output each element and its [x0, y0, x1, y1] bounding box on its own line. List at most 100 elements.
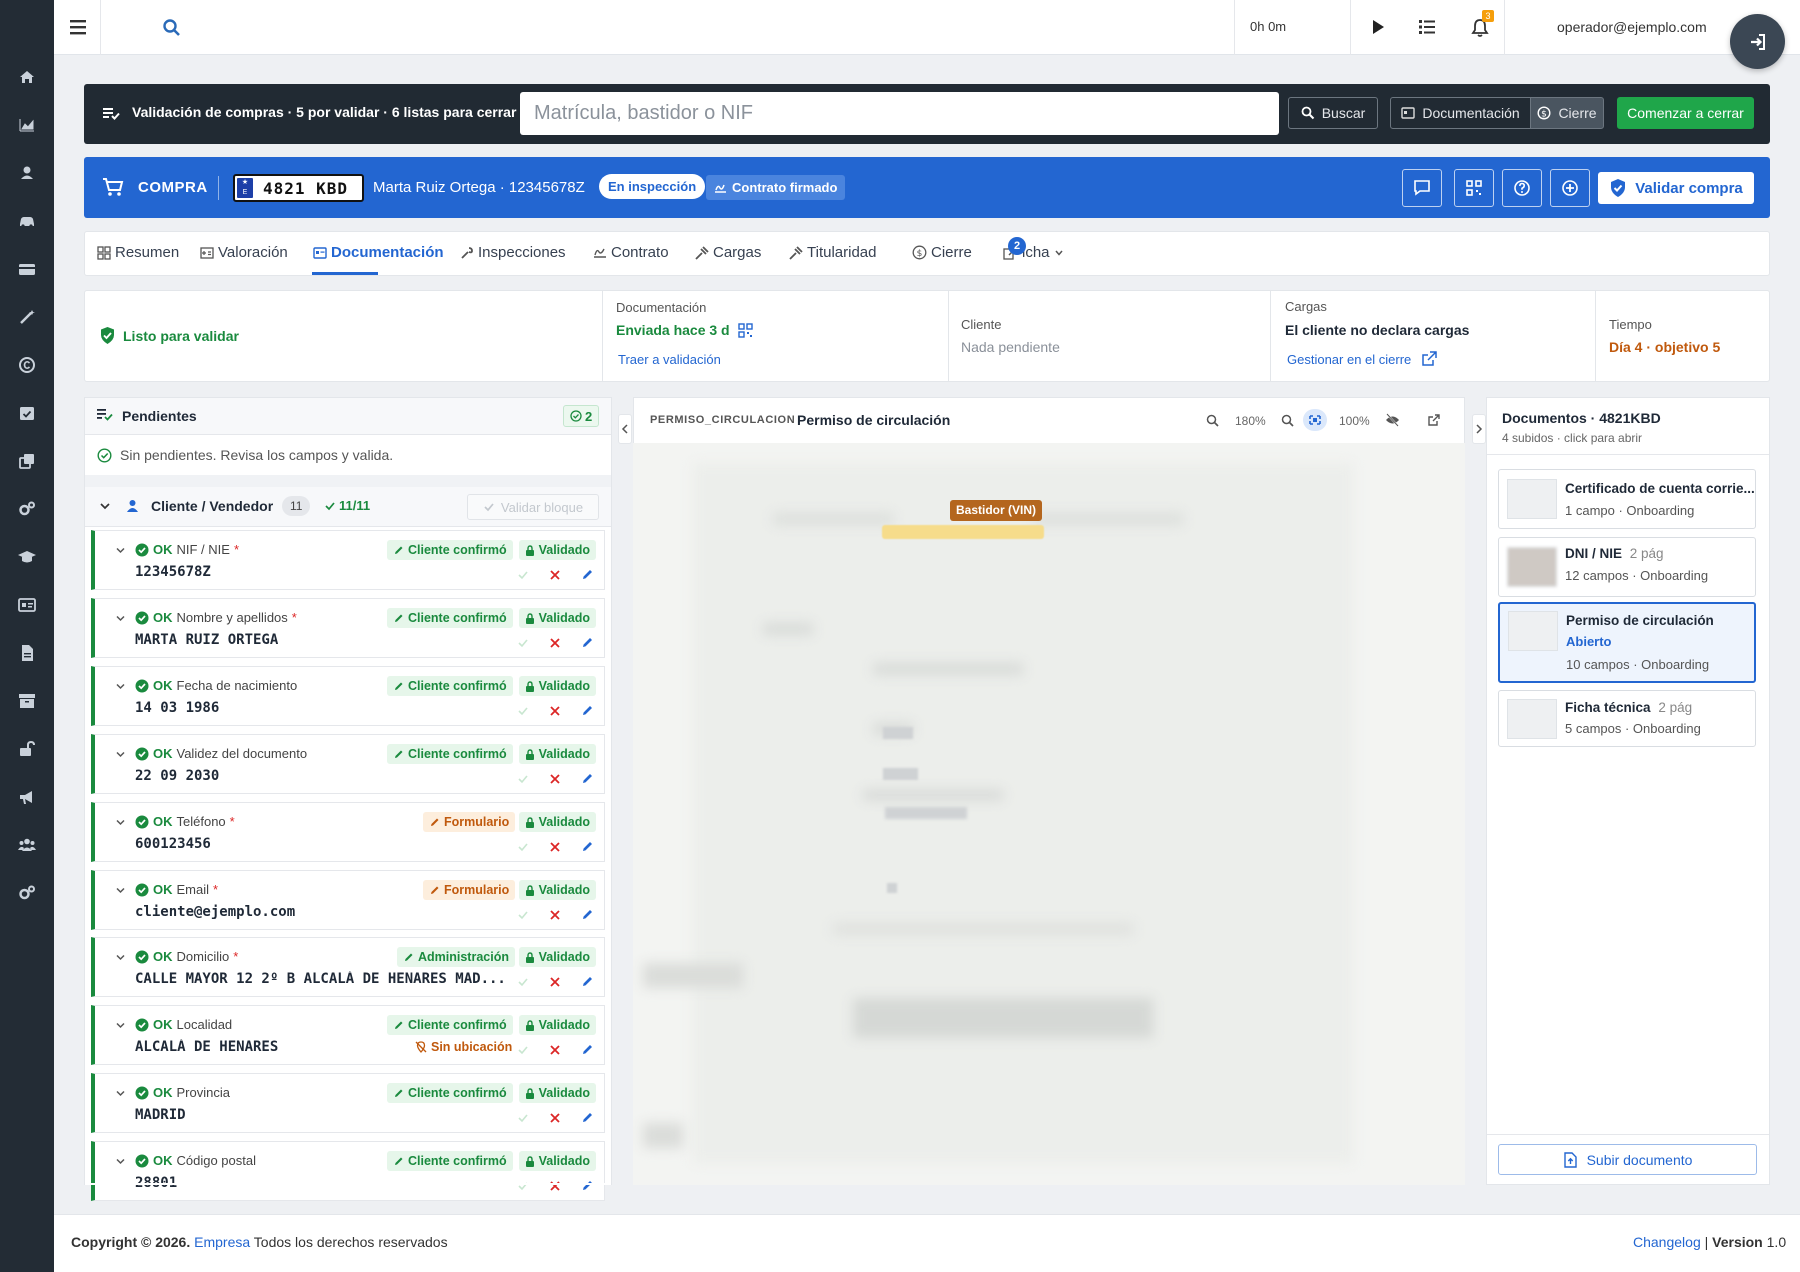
collapse-left-button[interactable] [618, 414, 632, 444]
search-icon[interactable] [162, 18, 182, 38]
copyright-icon[interactable] [17, 355, 37, 375]
company-link[interactable]: Empresa [194, 1234, 250, 1250]
reject-x-icon[interactable] [549, 1180, 561, 1192]
approve-check-icon[interactable] [517, 976, 529, 988]
edit-pencil-icon[interactable] [581, 908, 594, 921]
field-row[interactable]: OK Domicilio * Administración Validado CALLE … [91, 937, 605, 997]
user-email[interactable]: operador@ejemplo.com [1557, 19, 1707, 35]
zoom-in-icon[interactable] [1206, 414, 1219, 427]
doc-card-ficha[interactable]: Ficha técnica 2 pág 5 campos · Onboardin… [1498, 690, 1756, 747]
file-icon[interactable] [17, 643, 37, 663]
vin-highlight[interactable] [882, 525, 1044, 539]
chevron-down-icon[interactable] [99, 500, 111, 512]
tab-inspecciones[interactable]: Inspecciones [460, 244, 566, 261]
login-button[interactable] [1730, 14, 1785, 69]
tab-documentacion[interactable]: Documentación [313, 244, 444, 261]
edit-pencil-icon[interactable] [581, 772, 594, 785]
reject-x-icon[interactable] [549, 841, 561, 853]
approve-check-icon[interactable] [517, 1044, 529, 1056]
start-closing-button[interactable]: Comenzar a cerrar [1617, 97, 1754, 129]
approve-check-icon[interactable] [517, 569, 529, 581]
field-row[interactable]: OK NIF / NIE * Cliente confirmó Validado 1234… [91, 530, 605, 590]
edit-pencil-icon[interactable] [581, 975, 594, 988]
approve-check-icon[interactable] [517, 841, 529, 853]
edit-pencil-icon[interactable] [581, 840, 594, 853]
approve-check-icon[interactable] [517, 637, 529, 649]
chevron-down-icon[interactable] [115, 1088, 126, 1099]
document-image[interactable]: Bastidor (VIN) [633, 443, 1465, 1185]
graduation-cap-icon[interactable] [17, 547, 37, 567]
user-icon[interactable] [17, 163, 37, 183]
tab-contrato[interactable]: Contrato [593, 244, 669, 261]
reject-x-icon[interactable] [549, 637, 561, 649]
bullhorn-icon[interactable] [17, 787, 37, 807]
edit-pencil-icon[interactable] [581, 1179, 594, 1192]
validate-purchase-button[interactable]: Validar compra [1598, 172, 1754, 204]
tab-cargas[interactable]: Cargas [695, 244, 761, 261]
users-icon[interactable] [17, 835, 37, 855]
approve-check-icon[interactable] [517, 1112, 529, 1124]
cierre-toggle[interactable]: $ Cierre [1530, 97, 1604, 129]
unlock-icon[interactable] [17, 739, 37, 759]
hide-highlights-icon[interactable] [1385, 413, 1400, 427]
list-icon[interactable] [1418, 18, 1436, 36]
chevron-down-icon[interactable] [115, 952, 126, 963]
id-card-icon[interactable] [17, 595, 37, 615]
chevron-down-icon[interactable] [115, 885, 126, 896]
edit-pencil-icon[interactable] [581, 704, 594, 717]
approve-check-icon[interactable] [517, 773, 529, 785]
edit-pencil-icon[interactable] [581, 1043, 594, 1056]
upload-document-button[interactable]: Subir documento [1498, 1144, 1757, 1175]
help-button[interactable] [1502, 169, 1542, 207]
approve-check-icon[interactable] [517, 705, 529, 717]
chevron-down-icon[interactable] [115, 817, 126, 828]
field-row[interactable]: OK Validez del documento Cliente confirmó V… [91, 734, 605, 794]
chart-area-icon[interactable] [17, 115, 37, 135]
doc-card-certificado[interactable]: Certificado de cuenta corrie... 1 campo … [1498, 469, 1756, 529]
doc-card-permiso[interactable]: Permiso de circulación Abierto 10 campos… [1498, 602, 1756, 683]
tab-cierre[interactable]: $ Cierre [912, 244, 972, 261]
field-row[interactable]: OK Código postal Cliente confirmó Validado 2… [91, 1141, 605, 1201]
home-icon[interactable] [17, 67, 37, 87]
car-icon[interactable] [17, 211, 37, 231]
archive-icon[interactable] [17, 691, 37, 711]
search-button[interactable]: Buscar [1288, 97, 1378, 129]
doc-card-dni[interactable]: DNI / NIE 2 pág 12 campos · Onboarding [1498, 537, 1756, 597]
reject-x-icon[interactable] [549, 1112, 561, 1124]
settings-cogs-icon[interactable] [17, 883, 37, 903]
reject-x-icon[interactable] [549, 773, 561, 785]
reject-x-icon[interactable] [549, 569, 561, 581]
search-input[interactable] [520, 92, 1279, 135]
fit-width-button[interactable] [1303, 409, 1327, 431]
menu-icon[interactable] [70, 18, 90, 36]
changelog-link[interactable]: Changelog [1633, 1234, 1701, 1250]
field-row[interactable]: OK Email * Formulario Validado cliente@ejempl… [91, 870, 605, 930]
chevron-down-icon[interactable] [115, 749, 126, 760]
approve-check-icon[interactable] [517, 909, 529, 921]
open-new-window-icon[interactable] [1427, 413, 1441, 427]
zoom-out-icon[interactable] [1281, 414, 1294, 427]
chevron-down-icon[interactable] [115, 613, 126, 624]
reject-x-icon[interactable] [549, 1044, 561, 1056]
play-icon[interactable] [1370, 18, 1386, 36]
tab-valoracion[interactable]: Valoración [200, 244, 288, 261]
edit-pencil-icon[interactable] [581, 568, 594, 581]
tab-titularidad[interactable]: Titularidad [789, 244, 876, 261]
magic-wand-icon[interactable] [17, 307, 37, 327]
field-row[interactable]: OK Fecha de nacimiento Cliente confirmó Val… [91, 666, 605, 726]
edit-pencil-icon[interactable] [581, 1111, 594, 1124]
field-row[interactable]: OK Provincia Cliente confirmó Validado MADRI… [91, 1073, 605, 1133]
tab-resumen[interactable]: Resumen [97, 244, 179, 261]
bring-to-validation-link[interactable]: Traer a validación [618, 352, 721, 367]
field-row[interactable]: OK Nombre y apellidos * Cliente confirmó Val… [91, 598, 605, 658]
approve-check-icon[interactable] [517, 1180, 529, 1192]
documentacion-toggle[interactable]: Documentación [1390, 97, 1531, 129]
calendar-check-icon[interactable] [17, 403, 37, 423]
reject-x-icon[interactable] [549, 909, 561, 921]
reject-x-icon[interactable] [549, 976, 561, 988]
field-row[interactable]: OK Localidad Cliente confirmó Validado ALCAL… [91, 1005, 605, 1065]
chevron-down-icon[interactable] [115, 1020, 126, 1031]
chevron-down-icon[interactable] [115, 1156, 126, 1167]
clone-icon[interactable] [17, 451, 37, 471]
field-row[interactable]: OK Teléfono * Formulario Validado 600123456 [91, 802, 605, 862]
